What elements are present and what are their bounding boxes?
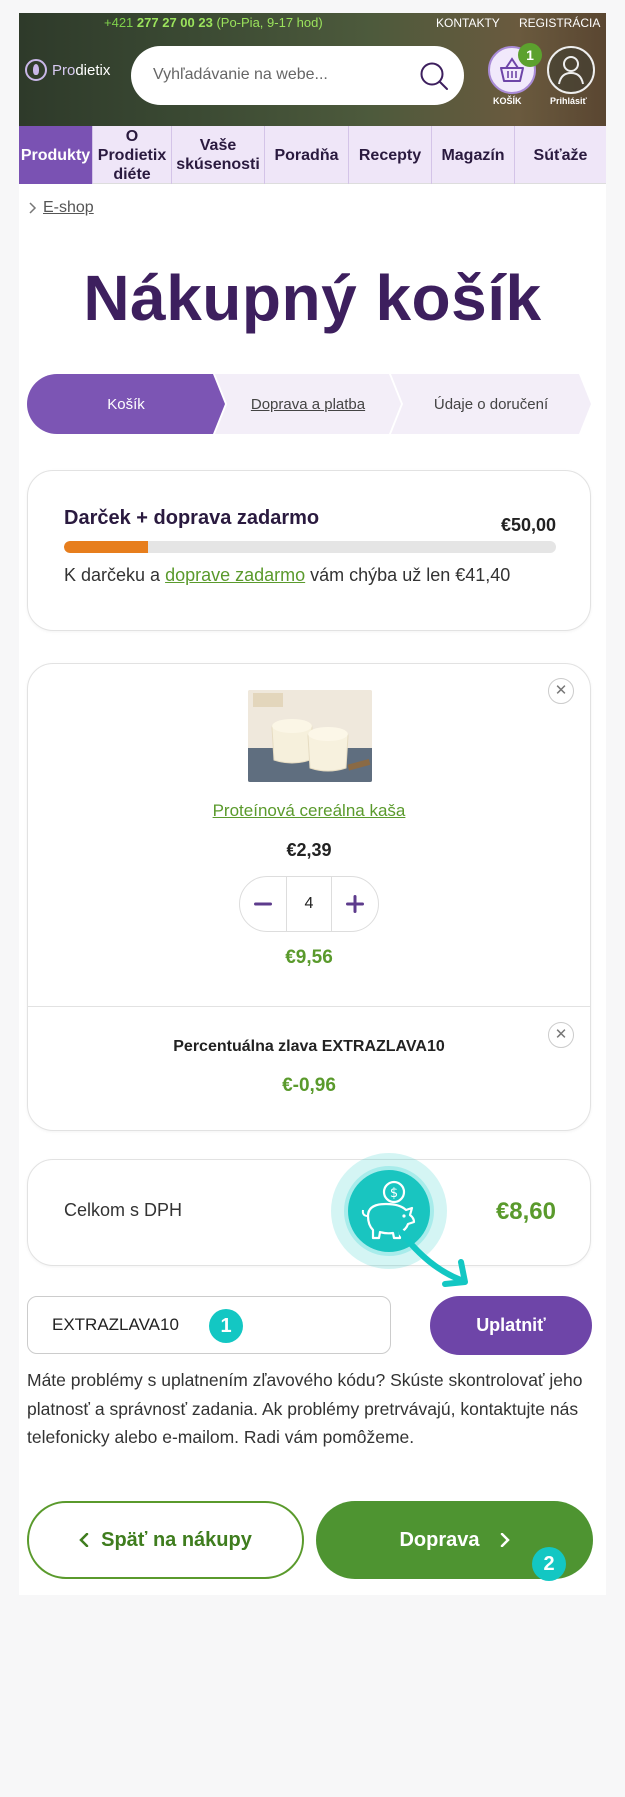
cart-label: KOŠÍK	[493, 96, 522, 106]
cart-count-badge: 1	[518, 43, 542, 67]
step-marker-2: 2	[532, 1547, 566, 1581]
minus-icon	[254, 902, 272, 906]
product-line-total: €9,56	[285, 947, 333, 968]
search-icon[interactable]	[418, 60, 450, 92]
login-label: Prihlásiť	[550, 96, 587, 106]
gift-remaining-text: K darčeku a doprave zadarmo vám chýba už…	[64, 565, 511, 585]
back-button-label: Späť na nákupy	[101, 1528, 252, 1551]
porridge-image	[248, 690, 372, 782]
increase-quantity-button[interactable]	[332, 877, 378, 931]
phone-hours: (Po-Pia, 9-17 hod)	[216, 15, 323, 30]
step-delivery-details[interactable]: Údaje o doručení	[391, 374, 591, 434]
product-name-link[interactable]: Proteínová cereálna kaša	[28, 801, 590, 821]
chevron-right-icon	[500, 1533, 510, 1547]
breadcrumb: E-shop	[29, 199, 94, 217]
gift-threshold: €50,00	[500, 515, 556, 535]
step-shipping-payment[interactable]: Doprava a platba	[215, 374, 401, 434]
item-divider	[28, 1006, 590, 1007]
remove-item-button[interactable]: ✕	[548, 678, 574, 704]
nav-item-skusenosti[interactable]: Vaše skúsenosti	[172, 126, 265, 184]
header-top-bar: +421 277 27 00 23 (Po-Pia, 9-17 hod) KON…	[19, 13, 606, 35]
breadcrumb-eshop-link[interactable]: E-shop	[43, 199, 94, 217]
free-shipping-card: Darček + doprava zadarmo €50,00 K darček…	[27, 470, 591, 631]
product-unit-price: €2,39	[286, 840, 332, 860]
nav-item-recepty[interactable]: Recepty	[349, 126, 432, 184]
nav-item-o-prodietix[interactable]: O Prodietix diéte	[93, 126, 172, 184]
main-nav: Produkty O Prodietix diéte Vaše skúsenos…	[19, 126, 606, 184]
logo-drop-icon	[25, 59, 47, 81]
apply-coupon-button[interactable]: Uplatniť	[430, 1296, 592, 1355]
free-shipping-progress	[64, 541, 556, 553]
progress-fill	[64, 541, 148, 553]
quantity-value[interactable]: 4	[286, 877, 332, 931]
nav-item-magazin[interactable]: Magazín	[432, 126, 515, 184]
login-button[interactable]	[547, 46, 595, 94]
arrow-icon	[399, 1229, 468, 1287]
contacts-link[interactable]: KONTAKTY	[436, 16, 500, 30]
free-shipping-link[interactable]: doprave zadarmo	[165, 565, 305, 585]
nav-item-sutaze[interactable]: Súťaže	[515, 126, 606, 184]
site-header: +421 277 27 00 23 (Po-Pia, 9-17 hod) KON…	[19, 13, 606, 126]
page-title: Nákupný košík	[83, 262, 542, 334]
discount-amount: €-0,96	[282, 1075, 336, 1096]
product-image[interactable]	[248, 690, 372, 782]
total-amount: €8,60	[495, 1198, 556, 1225]
phone-number: 277 27 00 23	[136, 15, 213, 30]
checkout-steps: Košík Doprava a platba Údaje o doručení	[27, 374, 591, 434]
total-label: Celkom s DPH	[64, 1200, 183, 1220]
svg-text:$: $	[390, 1186, 398, 1201]
nav-item-poradna[interactable]: Poradňa	[265, 126, 349, 184]
back-to-shop-button[interactable]: Späť na nákupy	[27, 1501, 304, 1579]
register-link[interactable]: REGISTRÁCIA	[519, 16, 600, 30]
next-button-label: Doprava	[399, 1528, 480, 1551]
chevron-left-icon	[79, 1533, 89, 1547]
quantity-stepper: 4	[239, 876, 379, 932]
phone-info[interactable]: +421 277 27 00 23 (Po-Pia, 9-17 hod)	[104, 15, 323, 30]
cart-items-card: ✕ Proteínová cereálna kaša €2,39 4 €9,56…	[27, 663, 591, 1131]
coupon-help-text: Máte problémy s uplatnením zľavového kód…	[27, 1370, 583, 1447]
nav-item-produkty[interactable]: Produkty	[19, 126, 93, 184]
chevron-right-icon	[29, 202, 37, 214]
plus-icon	[346, 895, 364, 913]
user-icon	[558, 56, 584, 85]
site-logo[interactable]: Prodietix	[25, 59, 110, 81]
decrease-quantity-button[interactable]	[240, 877, 286, 931]
gift-title: Darček + doprava zadarmo	[64, 507, 320, 529]
discount-name: Percentuálna zlava EXTRAZLAVA10	[173, 1038, 445, 1055]
phone-prefix: +421	[104, 15, 134, 30]
step-marker-1: 1	[209, 1309, 243, 1343]
page: +421 277 27 00 23 (Po-Pia, 9-17 hod) KON…	[19, 13, 606, 1595]
logo-text: Prodietix	[52, 61, 111, 79]
search-box	[131, 46, 464, 105]
step-cart[interactable]: Košík	[27, 374, 225, 434]
search-input[interactable]	[153, 62, 403, 88]
order-total-card: Celkom s DPH €8,60	[27, 1159, 591, 1266]
